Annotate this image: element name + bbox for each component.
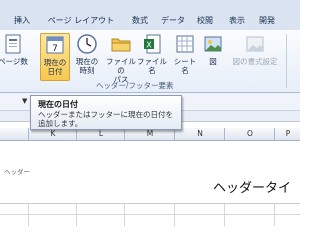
header-text[interactable]: ヘッダータイ: [213, 177, 291, 196]
page-number-label: ページ数: [0, 57, 28, 66]
cell-grid[interactable]: [0, 203, 300, 226]
excel-file-icon: X: [141, 33, 163, 55]
ribbon-separator: [286, 34, 287, 88]
svg-text:7: 7: [52, 44, 58, 54]
grid-line: [224, 204, 225, 226]
current-date-label: 現在の 日付: [43, 58, 67, 76]
page-layout-area: ヘッダー ヘッダータイ: [0, 141, 300, 226]
tab-developer[interactable]: 開発: [256, 14, 278, 28]
page-number-icon: [2, 33, 24, 55]
folder-icon: [110, 33, 132, 55]
tooltip-description: ヘッダーまたはフッターに現在の日付を追加します。: [38, 110, 173, 128]
sheet-name-label: シート名: [173, 57, 197, 75]
header-label: ヘッダー: [4, 168, 30, 176]
calendar-icon: 7: [44, 34, 66, 56]
sheet-name-button[interactable]: シート名: [171, 33, 199, 79]
grid-line: [28, 204, 29, 226]
grid-row-line: [0, 214, 300, 215]
tab-review[interactable]: 校閲: [194, 14, 216, 28]
chevron-down-icon[interactable]: ▼: [22, 97, 27, 105]
ribbon-group-label: ヘッダー/フッター要素: [96, 81, 174, 90]
ribbon-panel: ページ数 7 現在の 日付 現在の 時刻 ファイルの パス X ファイル名 シー…: [0, 30, 300, 93]
column-header-p[interactable]: P: [274, 128, 301, 140]
grid-line: [174, 204, 175, 226]
current-time-button[interactable]: 現在の 時刻: [72, 33, 102, 79]
current-date-button[interactable]: 7 現在の 日付: [40, 33, 70, 81]
format-picture-icon: [244, 33, 266, 55]
page-number-button[interactable]: ページ数: [0, 33, 30, 79]
tooltip: 現在の日付 ヘッダーまたはフッターに現在の日付を追加します。: [30, 95, 182, 130]
ribbon-tab-bar: 挿入 ページ レイアウト 数式 データ 校閲 表示 開発: [0, 0, 300, 31]
clock-icon: [76, 33, 98, 55]
grid-line: [274, 204, 275, 226]
format-picture-label: 図の書式設定: [232, 57, 278, 66]
tab-page-layout[interactable]: ページ レイアウト: [46, 14, 116, 28]
file-name-button[interactable]: X ファイル名: [134, 33, 170, 79]
grid-line: [76, 204, 77, 226]
picture-label: 図: [209, 57, 217, 66]
column-header-o[interactable]: O: [224, 128, 275, 140]
picture-icon: [202, 33, 224, 55]
tab-data[interactable]: データ: [158, 14, 188, 28]
format-picture-button[interactable]: 図の書式設定: [228, 33, 282, 79]
sheet-icon: [174, 33, 196, 55]
tab-formulas[interactable]: 数式: [128, 14, 152, 28]
file-name-label: ファイル名: [137, 57, 167, 75]
file-path-button[interactable]: ファイルの パス: [104, 33, 138, 84]
tooltip-title: 現在の日付: [38, 100, 78, 109]
svg-text:X: X: [146, 41, 152, 50]
tab-view[interactable]: 表示: [226, 14, 248, 28]
current-time-label: 現在の 時刻: [75, 57, 99, 75]
tab-insert[interactable]: 挿入: [8, 14, 36, 28]
grid-line: [124, 204, 125, 226]
picture-button[interactable]: 図: [202, 33, 224, 79]
